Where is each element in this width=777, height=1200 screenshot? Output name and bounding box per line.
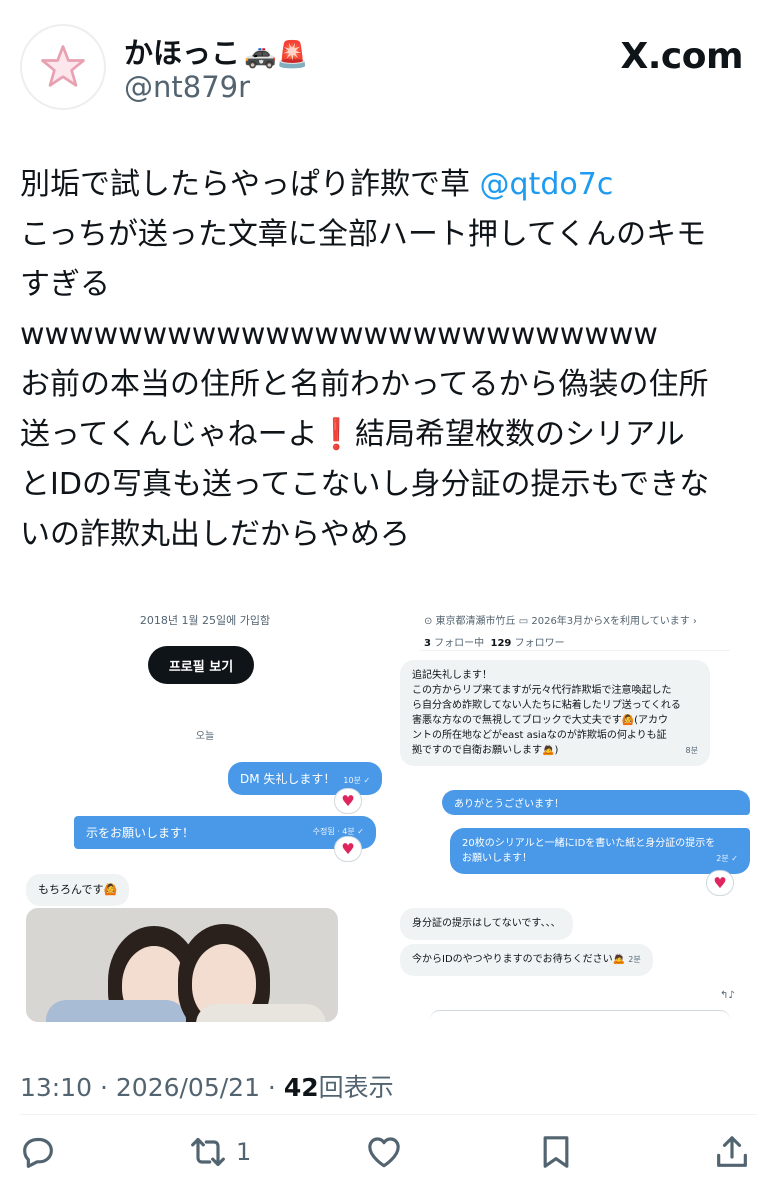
dm-message-out: ありがとうございます！ <box>442 790 750 815</box>
x-logo: X.com <box>620 36 743 77</box>
dm-status-icon: ↰♪ <box>720 990 735 1001</box>
tweet-text: 別垢で試したらやっぱり詐欺で草 @qtdo7c こっちが送った文章に全部ハート押… <box>20 160 760 560</box>
media-edge <box>430 1010 730 1024</box>
dm-message-in: 追記失礼します！ この方からリプ来てますが元々代行詐欺垢で注意喚起した ら自分含… <box>400 660 710 766</box>
location-row: ⊙ 東京都清瀬市竹丘 ▭ 2026年3月からXを利用しています › <box>424 616 697 627</box>
tweet-line: とIDの写真も送ってこないし身分証の提示もできな <box>20 467 710 502</box>
dm-message-out: DM 失礼します！ 10분 ✓ <box>228 762 383 795</box>
divider <box>20 1114 757 1115</box>
share-button[interactable] <box>712 1132 752 1172</box>
follow-row: 3 フォロー中 129 フォロワー <box>424 638 565 649</box>
tweet-line: お前の本当の住所と名前わかってるから偽装の住所 <box>20 367 709 402</box>
photo-attachment <box>26 908 338 1022</box>
retweet-count: 1 <box>236 1138 252 1166</box>
dm-message-in: もちろんです🙆 <box>26 874 130 906</box>
dm-message-out: 20枚のシリアルと一緒にIDを書いた紙と身分証の提示を お願いします！ 2분 ✓ <box>450 828 750 874</box>
name-emoji: 🚓🚨 <box>244 40 309 70</box>
photo-clothes <box>46 1000 186 1022</box>
tweet-header: かほっこ 🚓🚨 @nt879r X.com <box>0 0 777 130</box>
retweet-button[interactable]: 1 <box>188 1132 251 1172</box>
tweet-timestamp[interactable]: 13:10 · 2026/05/21 · 42回表示 <box>20 1068 394 1104</box>
tweet-line: すぎる <box>20 267 110 302</box>
like-button[interactable] <box>364 1132 404 1172</box>
bookmark-icon <box>543 1136 569 1168</box>
tweet-line: wwwwwwwwwwwwwwwwwwwwwwwwww <box>20 317 658 352</box>
joined-date: 2018년 1월 25일에 가입함 <box>139 614 271 627</box>
dm-screenshot-left: 2018년 1월 25일에 가입함 프로필 보기 오늘 DM 失礼します！ 10분… <box>20 590 390 1022</box>
heart-reaction-icon: ♥ <box>706 870 734 896</box>
exclamation-emoji: ❗️ <box>317 417 355 452</box>
action-bar: 1 <box>0 1126 777 1182</box>
tweet-line: いの詐欺丸出しだからやめろ <box>20 517 410 552</box>
reply-icon <box>23 1137 53 1168</box>
tweet-media[interactable]: 2018년 1월 25일에 가입함 프로필 보기 오늘 DM 失礼します！ 10분… <box>20 590 757 1022</box>
divider <box>420 650 730 651</box>
photo-clothes <box>196 1004 326 1022</box>
heart-icon <box>368 1137 400 1168</box>
heart-reaction-icon: ♥ <box>334 836 362 862</box>
star-avatar-icon <box>41 45 85 87</box>
dm-screenshot-right: ⊙ 東京都清瀬市竹丘 ▭ 2026年3月からXを利用しています › 3 フォロー… <box>392 590 757 1022</box>
reply-button[interactable] <box>18 1132 58 1172</box>
tweet-line: 送ってくんじゃねーよ❗️結局希望枚数のシリアル <box>20 417 685 452</box>
mention-link[interactable]: @qtdo7c <box>480 167 614 202</box>
tweet-line: こっちが送った文章に全部ハート押してくんのキモ <box>20 217 707 252</box>
tweet-line: 別垢で試したらやっぱり詐欺で草 @qtdo7c <box>20 167 614 202</box>
dm-message-in: 今からIDのやつやりますのでお待ちください🙇 2분 <box>400 944 653 976</box>
view-profile-button: 프로필 보기 <box>148 646 254 684</box>
bookmark-button[interactable] <box>536 1132 576 1172</box>
heart-reaction-icon: ♥ <box>334 788 362 814</box>
share-icon <box>717 1136 747 1167</box>
retweet-icon <box>191 1137 225 1167</box>
date-divider: 오늘 <box>195 731 215 742</box>
author-handle[interactable]: @nt879r <box>124 70 250 104</box>
dm-message-in: 身分証の提示はしてないです、、、 <box>400 908 573 940</box>
dm-message-out: 示をお願いします！ 수정됨 · 4분 ✓ <box>74 816 376 849</box>
author-name[interactable]: かほっこ 🚓🚨 <box>124 30 309 72</box>
view-count: 42 <box>283 1073 319 1102</box>
avatar[interactable] <box>20 24 106 110</box>
